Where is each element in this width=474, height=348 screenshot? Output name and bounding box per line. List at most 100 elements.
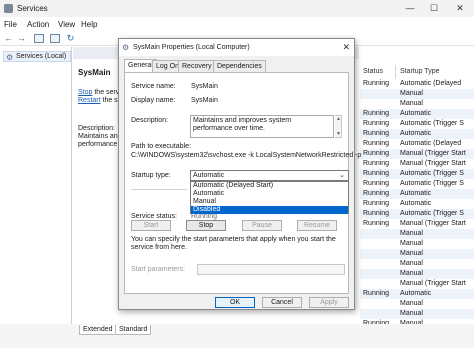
pause-button[interactable]: Pause — [242, 220, 282, 231]
selected-service-name: SysMain — [78, 68, 111, 77]
maximize-button[interactable]: ☐ — [426, 2, 442, 14]
console-view-icon[interactable] — [50, 34, 60, 43]
table-row[interactable]: Running Manual (Trigger Start — [360, 159, 474, 169]
startup-type-select[interactable]: Automatic ⌄ — [190, 170, 349, 181]
window-title: Services — [17, 4, 48, 13]
dialog-close-button[interactable]: ✕ — [342, 42, 350, 53]
row-startup-type: Manual — [400, 100, 423, 107]
menu-action[interactable]: Action — [27, 20, 49, 29]
start-parameters-input[interactable] — [197, 264, 345, 275]
table-row[interactable]: Manual — [360, 239, 474, 249]
stop-button[interactable]: Stop — [186, 220, 226, 231]
row-status: Running — [363, 180, 390, 187]
forward-arrow-icon[interactable]: → — [17, 34, 26, 43]
row-startup-type: Manual — [400, 270, 423, 277]
row-startup-type: Manual — [400, 240, 423, 247]
resume-button[interactable]: Resume — [297, 220, 337, 231]
tab-extended[interactable]: Extended — [79, 325, 117, 335]
row-startup-type: Manual — [400, 90, 423, 97]
row-startup-type: Manual — [400, 310, 423, 317]
option-disabled[interactable]: Disabled — [191, 206, 348, 214]
table-row[interactable]: Manual — [360, 89, 474, 99]
table-row[interactable]: Running Manual (Trigger Start — [360, 219, 474, 229]
menu-file[interactable]: File — [4, 20, 17, 29]
row-status: Running — [363, 140, 390, 147]
row-startup-type: Automatic — [400, 200, 432, 207]
services-titlebar: Services — ☐ ✕ — [0, 0, 474, 17]
scroll-down-icon[interactable]: ▼ — [336, 132, 341, 137]
column-divider[interactable] — [395, 65, 396, 79]
row-startup-type: Automatic — [400, 290, 432, 297]
bottom-tab-strip: Extended Standard — [0, 324, 474, 348]
ok-button[interactable]: OK — [215, 297, 255, 308]
row-status: Running — [363, 200, 390, 207]
row-startup-type: Automatic — [400, 190, 432, 197]
menu-bar: File Action View Help — [0, 17, 474, 31]
option-automatic-delayed[interactable]: Automatic (Delayed Start) — [191, 182, 348, 190]
table-row[interactable]: Running Automatic (Delayed — [360, 139, 474, 149]
cancel-button[interactable]: Cancel — [262, 297, 302, 308]
table-row[interactable]: Running Automatic (Delayed — [360, 79, 474, 89]
gear-icon: ⚙ — [6, 53, 14, 62]
services-list: Status Startup Type Running Automatic (De… — [360, 47, 474, 339]
table-row[interactable]: Running Automatic (Trigger S — [360, 169, 474, 179]
console-tree: ⚙ Services (Local) — [0, 47, 72, 324]
table-row[interactable]: Running Automatic (Trigger S — [360, 209, 474, 219]
table-row[interactable]: Running Automatic — [360, 199, 474, 209]
menu-help[interactable]: Help — [81, 20, 97, 29]
table-row[interactable]: Manual — [360, 99, 474, 109]
refresh-icon[interactable]: ↻ — [66, 34, 75, 43]
tree-node-services-local[interactable]: ⚙ Services (Local) — [3, 51, 71, 62]
startup-type-selected-value: Automatic — [193, 172, 225, 179]
show-hide-tree-icon[interactable] — [34, 34, 44, 43]
section-divider — [131, 189, 187, 190]
restart-service-link[interactable]: Restart — [78, 97, 101, 104]
table-row[interactable]: Running Automatic — [360, 189, 474, 199]
scroll-up-icon[interactable]: ▲ — [336, 117, 341, 122]
row-status: Running — [363, 110, 390, 117]
row-status: Running — [363, 220, 390, 227]
start-parameters-label: Start parameters: — [131, 266, 186, 273]
table-row[interactable]: Running Manual (Trigger Start — [360, 149, 474, 159]
menu-view[interactable]: View — [58, 20, 75, 29]
row-startup-type: Manual (Trigger Start — [400, 220, 466, 227]
table-row[interactable]: Manual — [360, 269, 474, 279]
description-scrollbar[interactable]: ▲ ▼ — [335, 115, 342, 138]
table-row[interactable]: Running Automatic (Trigger S — [360, 179, 474, 189]
tab-dependencies[interactable]: Dependencies — [213, 60, 266, 72]
row-startup-type: Manual (Trigger Start — [400, 160, 466, 167]
stop-service-link[interactable]: Stop — [78, 89, 92, 96]
option-manual[interactable]: Manual — [191, 198, 348, 206]
tree-node-label: Services (Local) — [16, 53, 67, 60]
table-row[interactable]: Manual — [360, 309, 474, 319]
table-row[interactable]: Manual — [360, 229, 474, 239]
table-row[interactable]: Running Automatic — [360, 289, 474, 299]
chevron-down-icon: ⌄ — [339, 172, 345, 179]
row-status: Running — [363, 120, 390, 127]
service-name-value: SysMain — [191, 83, 218, 90]
table-row[interactable]: Running Automatic — [360, 129, 474, 139]
tab-recovery[interactable]: Recovery — [178, 60, 216, 72]
table-row[interactable]: Running Automatic — [360, 109, 474, 119]
row-status: Running — [363, 150, 390, 157]
option-automatic[interactable]: Automatic — [191, 190, 348, 198]
row-startup-type: Automatic — [400, 130, 432, 137]
minimize-button[interactable]: — — [402, 2, 418, 14]
table-row[interactable]: Manual — [360, 299, 474, 309]
services-app-icon — [4, 4, 13, 13]
row-status: Running — [363, 160, 390, 167]
column-header-startup-type[interactable]: Startup Type — [400, 68, 440, 75]
back-arrow-icon[interactable]: ← — [4, 34, 13, 43]
column-header-status[interactable]: Status — [363, 68, 383, 75]
close-window-button[interactable]: ✕ — [452, 2, 468, 14]
table-row[interactable]: Manual — [360, 259, 474, 269]
tab-standard[interactable]: Standard — [115, 325, 152, 335]
row-startup-type: Manual (Trigger Start — [400, 150, 466, 157]
table-row[interactable]: Manual — [360, 249, 474, 259]
table-row[interactable]: Manual (Trigger Start — [360, 279, 474, 289]
row-startup-type: Manual (Trigger Start — [400, 280, 466, 287]
apply-button[interactable]: Apply — [309, 297, 349, 308]
row-startup-type: Automatic (Delayed — [400, 80, 462, 87]
start-button[interactable]: Start — [131, 220, 171, 231]
table-row[interactable]: Running Automatic (Trigger S — [360, 119, 474, 129]
